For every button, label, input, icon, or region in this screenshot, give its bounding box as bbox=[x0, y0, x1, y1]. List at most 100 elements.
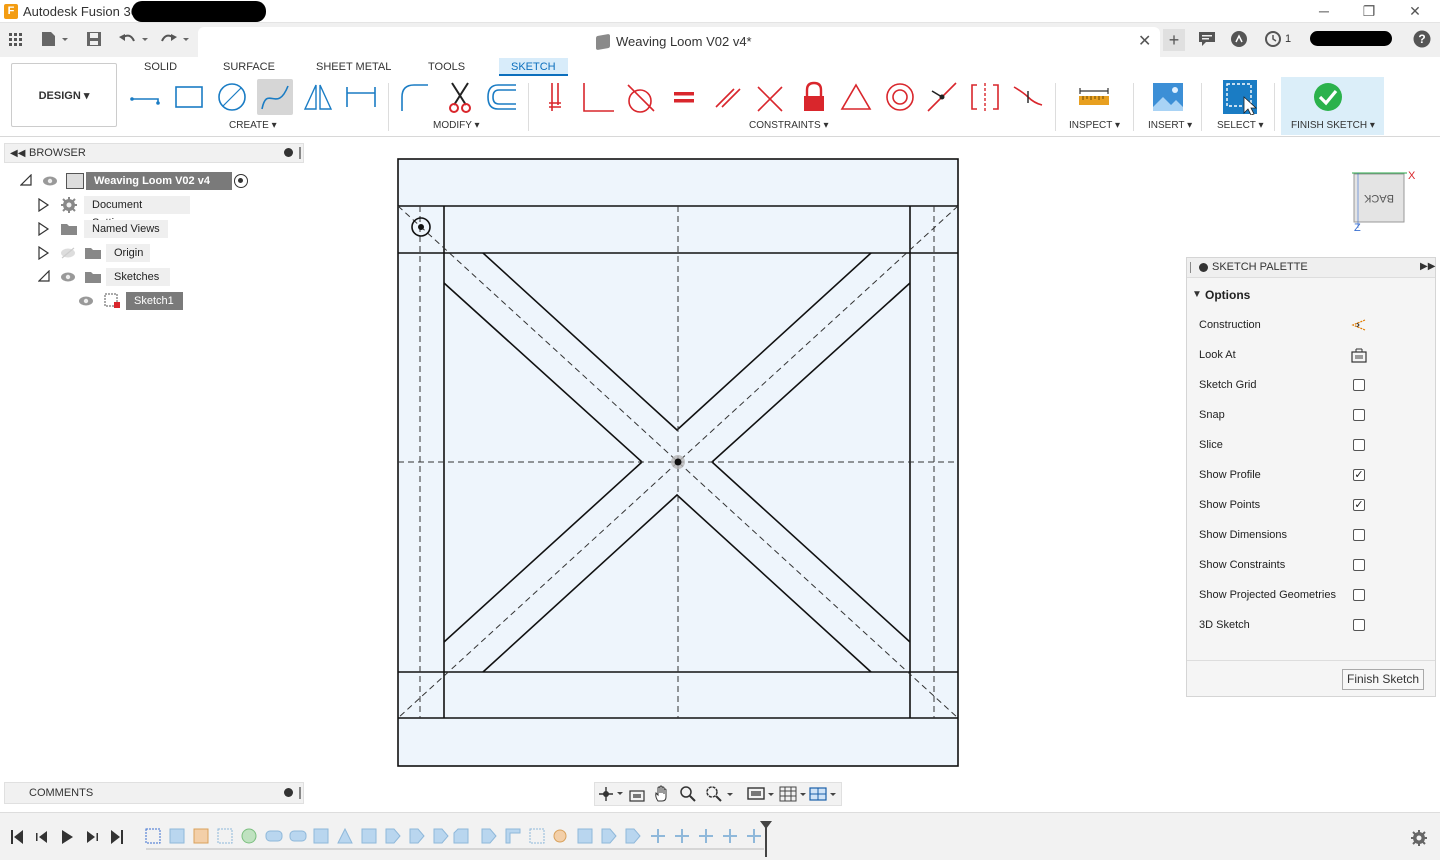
tree-label-document-settings[interactable]: Document Settings bbox=[84, 196, 190, 229]
trim-scissors-icon[interactable] bbox=[442, 79, 478, 115]
offset-tool-icon[interactable] bbox=[484, 79, 520, 115]
browser-pin-icon[interactable] bbox=[299, 147, 301, 159]
tree-label-sketches[interactable]: Sketches bbox=[106, 268, 170, 286]
show-dimensions-checkbox[interactable] bbox=[1353, 529, 1365, 541]
timeline-settings-gear-icon[interactable] bbox=[1410, 829, 1428, 850]
triangle-constraint-icon[interactable] bbox=[838, 79, 874, 115]
modify-group-label[interactable]: MODIFY ▾ bbox=[433, 120, 480, 131]
palette-grip-icon[interactable] bbox=[1190, 262, 1192, 273]
construction-toggle-icon[interactable] bbox=[1351, 317, 1367, 336]
pan-hand-icon[interactable] bbox=[653, 785, 671, 806]
section-toggle-icon[interactable]: ▼ bbox=[1192, 289, 1202, 300]
finish-sketch-button[interactable]: Finish Sketch bbox=[1342, 669, 1424, 690]
expand-triangle-icon[interactable] bbox=[38, 221, 50, 242]
undo-icon[interactable] bbox=[118, 31, 150, 49]
close-tab-icon[interactable]: ✕ bbox=[1138, 31, 1151, 51]
add-comment-icon[interactable] bbox=[284, 788, 293, 797]
tab-solid[interactable]: SOLID bbox=[132, 58, 189, 76]
tab-surface[interactable]: SURFACE bbox=[211, 58, 287, 76]
viewports-icon[interactable] bbox=[809, 786, 839, 805]
extensions-icon[interactable] bbox=[1230, 30, 1248, 51]
collapse-triangle-icon[interactable] bbox=[37, 269, 50, 288]
inspect-group-label[interactable]: INSPECT ▾ bbox=[1069, 120, 1120, 131]
tree-item-document-settings[interactable]: Document Settings bbox=[38, 196, 238, 229]
restore-button[interactable]: ❐ bbox=[1346, 0, 1392, 23]
grid-settings-icon[interactable] bbox=[779, 786, 809, 805]
fillet-tool-icon[interactable] bbox=[396, 79, 432, 115]
mirror-tool-icon[interactable] bbox=[300, 79, 336, 115]
show-points-checkbox[interactable]: ✓ bbox=[1353, 499, 1365, 511]
document-tab[interactable]: Weaving Loom V02 v4* ✕ bbox=[198, 27, 1160, 57]
fit-zoom-icon[interactable] bbox=[705, 785, 735, 806]
circle-tool-icon[interactable] bbox=[214, 79, 250, 115]
viewcube-face-back[interactable]: BACK bbox=[1364, 192, 1394, 204]
constraints-group-label[interactable]: CONSTRAINTS ▾ bbox=[749, 120, 828, 131]
comment-icon[interactable] bbox=[1198, 31, 1216, 50]
show-projected-geometries-checkbox[interactable] bbox=[1353, 589, 1365, 601]
go-to-end-icon[interactable] bbox=[110, 829, 124, 848]
display-settings-icon[interactable] bbox=[747, 786, 777, 805]
rectangle-tool-icon[interactable] bbox=[171, 79, 207, 115]
look-at-icon[interactable] bbox=[1351, 347, 1367, 366]
redo-icon[interactable] bbox=[160, 31, 192, 49]
tree-label-named-views[interactable]: Named Views bbox=[84, 220, 168, 238]
orbit-icon[interactable] bbox=[598, 786, 624, 805]
curvature-constraint-icon[interactable] bbox=[1010, 79, 1046, 115]
coincident-constraint-icon[interactable] bbox=[538, 79, 574, 115]
center-point[interactable] bbox=[674, 458, 682, 466]
create-group-label[interactable]: CREATE ▾ bbox=[229, 120, 277, 131]
collapse-palette-icon[interactable]: ▶▶ bbox=[1420, 261, 1435, 272]
tree-item-sketch1[interactable]: Sketch1 bbox=[76, 292, 276, 310]
visibility-eye-icon[interactable] bbox=[78, 295, 94, 313]
data-panel-grid-icon[interactable] bbox=[8, 31, 24, 49]
zoom-icon[interactable] bbox=[679, 785, 697, 806]
snap-checkbox[interactable] bbox=[1353, 409, 1365, 421]
tree-label-root[interactable]: Weaving Loom V02 v4 bbox=[86, 172, 232, 190]
show-constraints-checkbox[interactable] bbox=[1353, 559, 1365, 571]
close-window-button[interactable]: ✕ bbox=[1392, 0, 1438, 23]
comments-pin-icon[interactable] bbox=[299, 787, 301, 799]
browser-options-icon[interactable] bbox=[284, 148, 293, 157]
new-tab-icon[interactable]: + bbox=[1163, 29, 1185, 51]
tree-item-named-views[interactable]: Named Views bbox=[38, 220, 238, 238]
tab-sketch[interactable]: SKETCH bbox=[499, 58, 568, 76]
tab-sheet-metal[interactable]: SHEET METAL bbox=[304, 58, 403, 76]
collapse-browser-icon[interactable]: ◀◀ bbox=[10, 148, 25, 159]
tree-item-sketches[interactable]: Sketches bbox=[37, 268, 238, 289]
measure-ruler-icon[interactable] bbox=[1076, 79, 1112, 115]
play-icon[interactable] bbox=[60, 829, 74, 848]
tree-label-sketch1[interactable]: Sketch1 bbox=[126, 292, 183, 310]
expand-triangle-icon[interactable] bbox=[38, 245, 50, 266]
parallel-constraint-icon[interactable] bbox=[710, 79, 746, 115]
visibility-eye-icon[interactable] bbox=[60, 271, 76, 289]
sketch-dimension-icon[interactable] bbox=[343, 79, 379, 115]
midpoint-constraint-icon[interactable] bbox=[924, 79, 960, 115]
fix-lock-icon[interactable] bbox=[796, 79, 832, 115]
select-group-label[interactable]: SELECT ▾ bbox=[1217, 120, 1264, 131]
look-at-nav-icon[interactable] bbox=[629, 786, 645, 805]
save-icon[interactable] bbox=[86, 31, 102, 49]
insert-group-label[interactable]: INSERT ▾ bbox=[1148, 120, 1192, 131]
spline-tool-icon[interactable] bbox=[257, 79, 293, 115]
sketch-canvas[interactable] bbox=[390, 152, 966, 772]
job-status-icon[interactable] bbox=[1264, 30, 1282, 51]
finish-sketch-check-icon[interactable] bbox=[1310, 79, 1346, 115]
hidden-eye-icon[interactable] bbox=[60, 247, 76, 265]
file-menu-icon[interactable] bbox=[40, 31, 70, 49]
viewcube[interactable]: BACK X Z bbox=[1352, 170, 1415, 234]
tab-tools[interactable]: TOOLS bbox=[416, 58, 477, 76]
tree-item-origin[interactable]: Origin bbox=[38, 244, 238, 262]
visibility-eye-icon[interactable] bbox=[42, 175, 58, 193]
tree-item-root[interactable]: Weaving Loom V02 v4 bbox=[19, 172, 260, 193]
minimize-button[interactable]: ─ bbox=[1301, 0, 1347, 23]
perpendicular-constraint-icon[interactable] bbox=[580, 79, 616, 115]
go-to-start-icon[interactable] bbox=[10, 829, 24, 848]
line-tool-icon[interactable] bbox=[128, 79, 164, 115]
show-profile-checkbox[interactable]: ✓ bbox=[1353, 469, 1365, 481]
select-tool-icon[interactable] bbox=[1222, 79, 1258, 116]
concentric-constraint-icon[interactable] bbox=[882, 79, 918, 115]
symmetry-constraint-icon[interactable] bbox=[967, 79, 1003, 115]
finish-sketch-label[interactable]: FINISH SKETCH ▾ bbox=[1291, 120, 1375, 131]
slice-checkbox[interactable] bbox=[1353, 439, 1365, 451]
3d-sketch-checkbox[interactable] bbox=[1353, 619, 1365, 631]
